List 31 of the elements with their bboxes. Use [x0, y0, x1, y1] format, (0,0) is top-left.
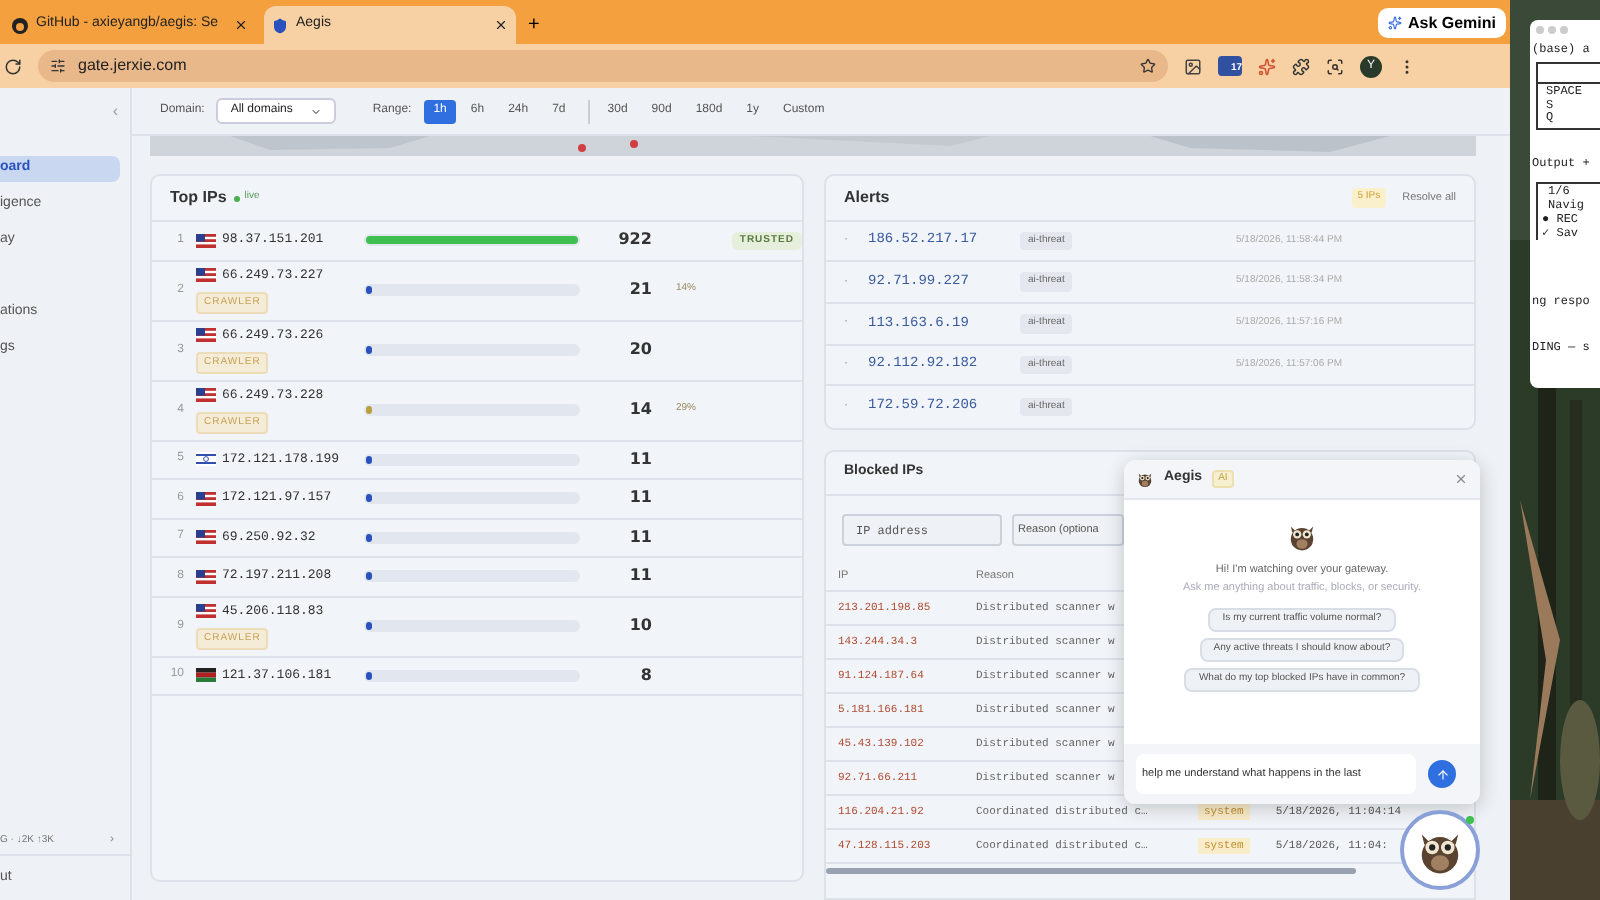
ask-gemini-button[interactable]: Ask Gemini	[1377, 8, 1506, 38]
github-icon	[12, 17, 28, 33]
close-icon[interactable]	[234, 18, 248, 32]
request-count: 8	[638, 663, 652, 688]
request-count: 11	[627, 525, 652, 550]
shield-icon	[272, 17, 288, 33]
request-count: 922	[616, 228, 652, 253]
image-icon[interactable]	[1184, 57, 1202, 75]
request-count: 11	[627, 447, 652, 472]
card-title: Alerts	[844, 185, 892, 210]
request-count: 10	[627, 614, 652, 638]
star-icon[interactable]	[1140, 58, 1156, 74]
card-title: Top IPs	[170, 186, 227, 210]
arrow-up-icon	[1435, 767, 1449, 781]
request-count: 14	[627, 398, 652, 422]
new-tab-button[interactable]: +	[524, 6, 544, 44]
request-count: 11	[627, 564, 652, 589]
puzzle-icon[interactable]	[1292, 57, 1310, 75]
sparkle-icon	[1387, 16, 1402, 30]
request-count: 20	[627, 338, 652, 362]
address-bar[interactable]: gate.jerxie.com	[38, 50, 1168, 82]
site-settings-icon[interactable]	[50, 58, 66, 74]
request-count: 21	[627, 278, 652, 302]
search-icon[interactable]	[1326, 57, 1344, 75]
owl-icon	[1136, 470, 1154, 488]
close-icon[interactable]	[494, 18, 508, 32]
chevron-down-icon	[310, 105, 323, 117]
reload-icon[interactable]	[4, 57, 22, 75]
sparkle-icon[interactable]	[1258, 57, 1276, 75]
request-count: 11	[627, 486, 652, 511]
send-button[interactable]	[1428, 760, 1456, 788]
